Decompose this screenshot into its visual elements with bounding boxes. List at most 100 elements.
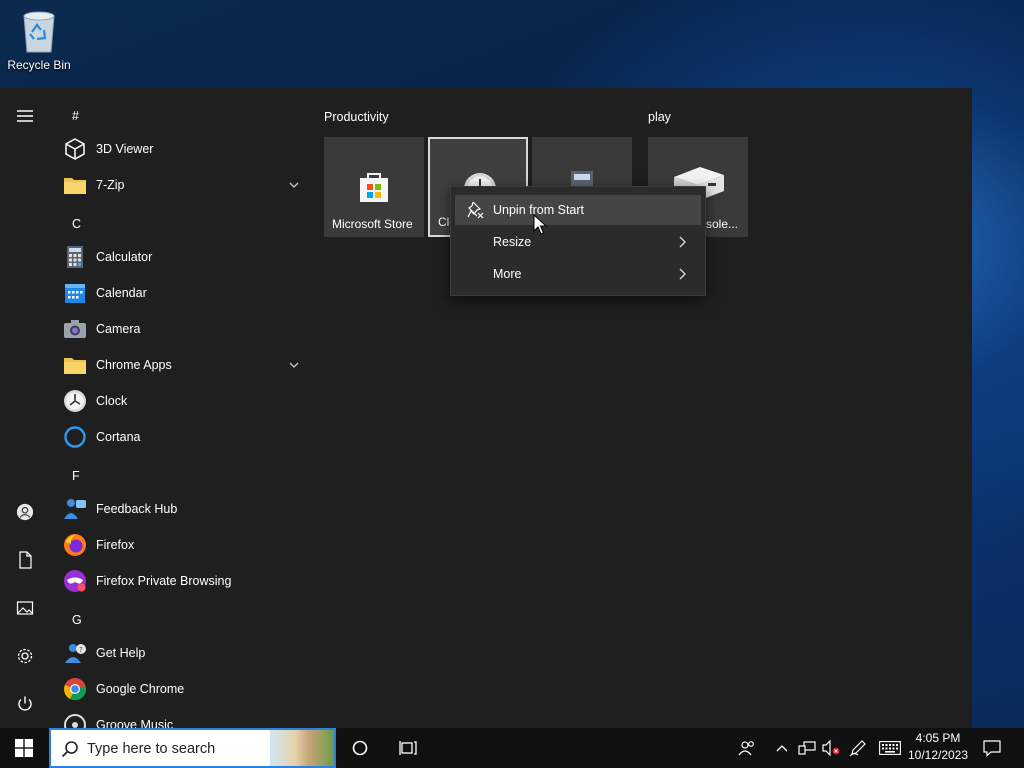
chevron-up-icon xyxy=(776,745,788,752)
document-icon xyxy=(19,551,32,569)
3d-viewer-icon xyxy=(65,138,85,160)
chevron-right-icon xyxy=(679,268,686,280)
tile-label: sole... xyxy=(706,217,739,231)
gear-icon xyxy=(17,648,33,664)
pictures-icon xyxy=(16,601,34,615)
chrome-icon xyxy=(64,678,86,701)
calendar-icon xyxy=(65,284,85,303)
desktop-icon-label: Recycle Bin xyxy=(7,58,71,72)
power-icon xyxy=(18,696,32,711)
app-item-3d-viewer[interactable]: 3D Viewer xyxy=(50,131,308,167)
get-help-icon: ? xyxy=(65,644,86,663)
documents-button[interactable] xyxy=(0,538,50,582)
app-item-label: Get Help xyxy=(96,646,146,660)
chevron-down-icon[interactable] xyxy=(288,359,300,371)
keyboard-icon xyxy=(879,741,901,755)
taskbar-search-box[interactable] xyxy=(49,728,336,768)
network-button[interactable] xyxy=(796,728,818,768)
pen-icon xyxy=(849,740,866,757)
show-hidden-icons-button[interactable] xyxy=(772,728,792,768)
search-input[interactable] xyxy=(87,736,267,762)
app-item-groove-music[interactable]: Groove Music xyxy=(50,707,308,728)
app-item-calendar[interactable]: Calendar xyxy=(50,275,308,311)
chevron-right-icon xyxy=(679,236,686,248)
user-account-button[interactable] xyxy=(0,490,50,534)
hamburger-menu-button[interactable] xyxy=(0,94,50,138)
start-button[interactable] xyxy=(0,728,48,768)
app-item-firefox-private-browsing[interactable]: Firefox Private Browsing xyxy=(50,563,308,599)
tile-group-title-play[interactable]: play xyxy=(648,110,671,124)
app-item-label: Clock xyxy=(96,394,128,408)
pictures-button[interactable] xyxy=(0,586,50,630)
windows-logo-icon xyxy=(15,739,33,757)
letter-header-c[interactable]: C xyxy=(72,206,92,242)
context-menu-label: Resize xyxy=(493,235,532,249)
app-item-calculator[interactable]: Calculator xyxy=(50,239,308,275)
app-item-label: Groove Music xyxy=(96,718,174,728)
action-center-button[interactable] xyxy=(978,728,1006,768)
unpin-icon xyxy=(467,201,484,219)
app-item-camera[interactable]: Camera xyxy=(50,311,308,347)
touch-keyboard-button[interactable] xyxy=(876,728,904,768)
app-item-clock[interactable]: Clock xyxy=(50,383,308,419)
tile-group-title-productivity[interactable]: Productivity xyxy=(324,110,389,124)
network-icon xyxy=(798,741,816,755)
app-item-label: Firefox Private Browsing xyxy=(96,574,232,588)
taskbar-clock[interactable]: 4:05 PM 10/12/2023 xyxy=(904,730,972,766)
app-item-feedback-hub[interactable]: Feedback Hub xyxy=(50,491,308,527)
app-item-label: 3D Viewer xyxy=(96,142,154,156)
pen-workspace-button[interactable] xyxy=(846,728,870,768)
folder-icon xyxy=(64,178,86,194)
people-icon xyxy=(738,741,754,756)
clock-icon xyxy=(64,390,86,412)
app-item-firefox[interactable]: Firefox xyxy=(50,527,308,563)
task-view-button[interactable] xyxy=(392,728,424,768)
app-item-get-help[interactable]: ? Get Help xyxy=(50,635,308,671)
calculator-icon xyxy=(67,246,83,268)
context-menu-more[interactable]: More xyxy=(455,259,701,289)
desktop-icon-recycle-bin[interactable]: Recycle Bin xyxy=(4,6,74,72)
app-item-google-chrome[interactable]: Google Chrome xyxy=(50,671,308,707)
settings-button[interactable] xyxy=(0,634,50,678)
app-item-7-zip[interactable]: 7-Zip xyxy=(50,167,308,203)
recycle-bin-icon xyxy=(23,11,55,53)
tile-microsoft-store[interactable]: Microsoft Store xyxy=(324,137,424,237)
tile-label: Microsoft Store xyxy=(332,217,413,231)
firefox-private-icon xyxy=(64,570,86,592)
app-item-label: Chrome Apps xyxy=(96,358,172,372)
camera-icon xyxy=(64,320,86,338)
app-item-chrome-apps[interactable]: Chrome Apps xyxy=(50,347,308,383)
tile-context-menu: Unpin from Start Resize More xyxy=(450,186,706,296)
notification-icon xyxy=(983,740,1001,757)
power-button[interactable] xyxy=(0,682,50,726)
firefox-icon xyxy=(64,534,86,556)
start-menu: # 3D Viewer 7-Zip C Calculator Calendar … xyxy=(0,88,972,728)
clock-time: 4:05 PM xyxy=(915,731,961,745)
app-item-cortana[interactable]: Cortana xyxy=(50,419,308,455)
context-menu-resize[interactable]: Resize xyxy=(455,227,701,257)
hamburger-icon xyxy=(17,110,33,122)
app-item-label: Feedback Hub xyxy=(96,502,178,516)
context-menu-unpin-from-start[interactable]: Unpin from Start xyxy=(455,195,701,225)
mouse-cursor-icon xyxy=(533,214,547,235)
start-left-rail xyxy=(0,88,50,728)
people-button[interactable] xyxy=(734,728,760,768)
letter-header-g[interactable]: G xyxy=(72,602,92,638)
search-icon xyxy=(61,741,78,758)
chevron-down-icon[interactable] xyxy=(288,179,300,191)
letter-header-hash[interactable]: # xyxy=(72,98,92,134)
store-icon xyxy=(360,173,388,202)
taskbar: 4:05 PM 10/12/2023 xyxy=(0,728,1024,768)
app-item-label: Camera xyxy=(96,322,141,336)
feedback-hub-icon xyxy=(64,499,86,519)
app-item-label: Google Chrome xyxy=(96,682,185,696)
task-view-icon xyxy=(399,741,417,755)
volume-button[interactable] xyxy=(820,728,842,768)
context-menu-label: More xyxy=(493,267,522,281)
groove-music-icon xyxy=(64,714,86,728)
app-item-label: Cortana xyxy=(96,430,141,444)
user-icon xyxy=(16,503,34,521)
search-highlight-art xyxy=(270,730,334,766)
letter-header-f[interactable]: F xyxy=(72,458,92,494)
cortana-button[interactable] xyxy=(344,728,376,768)
